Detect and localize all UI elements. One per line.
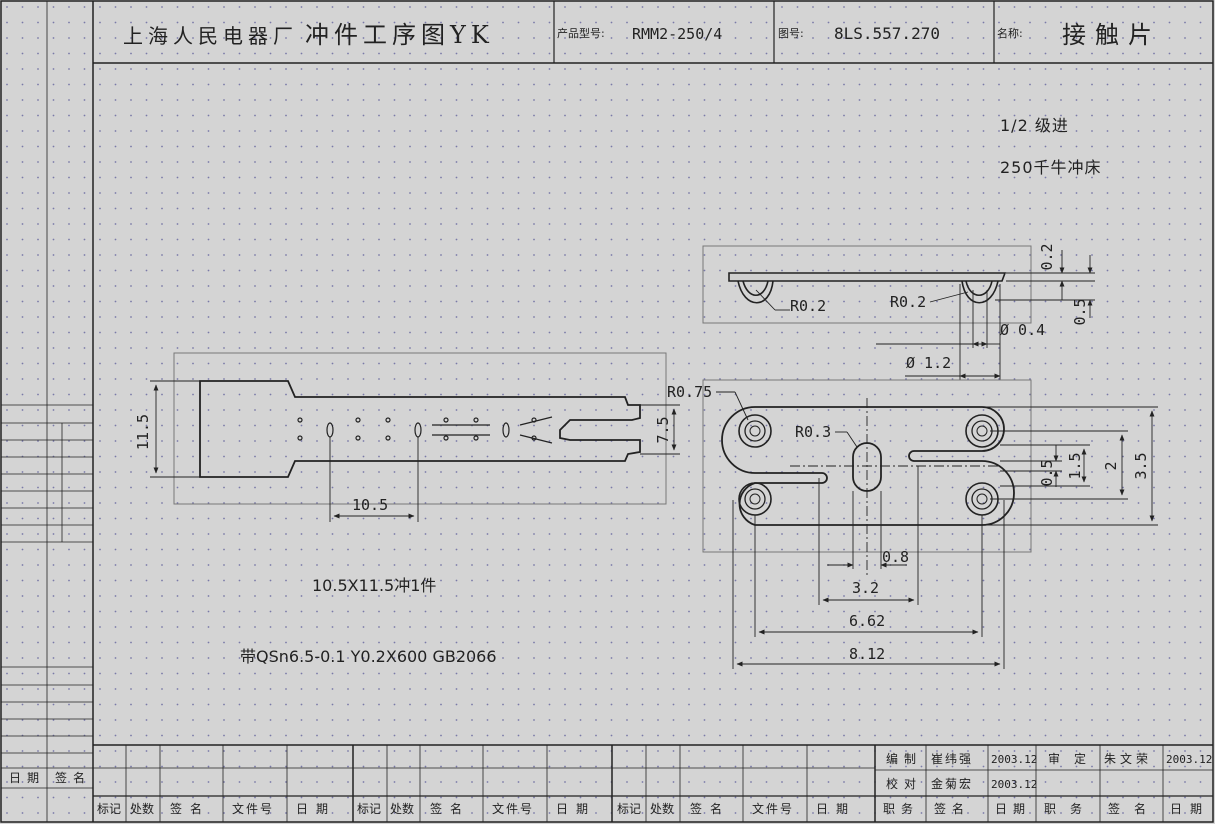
- drawing-no-label: 图号:: [778, 27, 804, 40]
- dim-height: 0.5: [1071, 298, 1089, 325]
- rev-count-label: 处数: [390, 801, 414, 816]
- rev-mark-label: 标记: [357, 802, 381, 816]
- rev-date-label: 日期: [296, 802, 336, 816]
- press-note: 250千牛冲床: [1000, 158, 1102, 177]
- progression-note: 1/2 级进: [1000, 116, 1069, 135]
- rev-count-label: 处数: [130, 801, 154, 816]
- rev-file-label: 文件号: [752, 801, 794, 816]
- product-model-label: 产品型号:: [557, 26, 605, 40]
- dim-pitch: 10.5: [352, 496, 388, 514]
- approval-check-date: 2003.12: [991, 778, 1037, 791]
- blank-note: 10.5X11.5冲1件: [312, 576, 436, 595]
- approval-date-label-2: 日期: [1170, 802, 1210, 816]
- product-model-value: RMM2-250/4: [632, 25, 722, 43]
- dim-thickness: 0.2: [1038, 243, 1056, 270]
- dim-r-left: R0.2: [790, 297, 826, 315]
- technical-drawing: 上海人民电器厂 冲件工序图YK 产品型号: RMM2-250/4 图号: 8LS…: [0, 0, 1215, 824]
- rev-date-label: 日期: [556, 802, 596, 816]
- rev-date-label: 日期: [816, 802, 856, 816]
- rev-sign-label: 签名: [170, 801, 210, 816]
- dim-6-62: 6.62: [849, 612, 885, 630]
- approval-date-label: 日期: [995, 802, 1031, 816]
- part-name: 接触片: [1062, 21, 1161, 49]
- approval-title-label: 职务: [883, 801, 919, 816]
- approval-check-label: 校对: [886, 776, 922, 791]
- approval-title-label-2: 职务: [1044, 801, 1096, 816]
- dim-dia-small: Ø 0.4: [1000, 321, 1045, 339]
- rev-sign-label: 签名: [430, 801, 470, 816]
- dim-slot: 0.5: [1038, 459, 1056, 486]
- doc-title: 冲件工序图YK: [305, 21, 494, 49]
- drawing-no-value: 8LS.557.270: [834, 24, 940, 43]
- dim-r03: R0.3: [795, 423, 831, 441]
- approval-compiled-name: 崔纬强: [931, 752, 973, 766]
- rev-mark-label: 标记: [617, 802, 641, 816]
- dim-3-2: 3.2: [852, 579, 879, 597]
- rev-file-label: 文件号: [232, 801, 274, 816]
- dim-strip-width: 7.5: [654, 416, 672, 443]
- approval-compiled-label: 编制: [886, 751, 922, 766]
- approval-compiled-date: 2003.12: [991, 753, 1037, 766]
- approval-review-name: 朱文荣: [1104, 751, 1152, 766]
- name-label: 名称:: [997, 26, 1023, 40]
- rev-count-label: 处数: [650, 801, 674, 816]
- dim-2: 2: [1102, 461, 1120, 470]
- material-note: 带QSn6.5-0.1 Y0.2X600 GB2066: [240, 647, 497, 666]
- dim-strip-height: 11.5: [134, 414, 152, 450]
- approval-sign-label-2: 签名: [1108, 801, 1160, 816]
- margin-date-label: 日期: [9, 771, 45, 785]
- factory-name: 上海人民电器厂: [123, 24, 298, 48]
- dim-8-12: 8.12: [849, 645, 885, 663]
- rev-file-label: 文件号: [492, 801, 534, 816]
- dim-3-5: 3.5: [1132, 452, 1150, 479]
- rev-sign-label: 签名: [690, 801, 730, 816]
- approval-review-date: 2003.12: [1166, 753, 1212, 766]
- dim-r-right: R0.2: [890, 293, 926, 311]
- dim-1-5: 1.5: [1066, 452, 1084, 479]
- approval-check-name: 金菊宏: [931, 776, 973, 791]
- dim-0-8: 0.8: [882, 548, 909, 566]
- margin-sign-label: 签名: [55, 770, 91, 785]
- dim-r075: R0.75: [667, 383, 712, 401]
- approval-review-label: 审定: [1048, 751, 1100, 766]
- approval-sign-label: 签名: [934, 801, 970, 816]
- dim-dia-large: Ø 1.2: [906, 354, 951, 372]
- rev-mark-label: 标记: [97, 802, 121, 816]
